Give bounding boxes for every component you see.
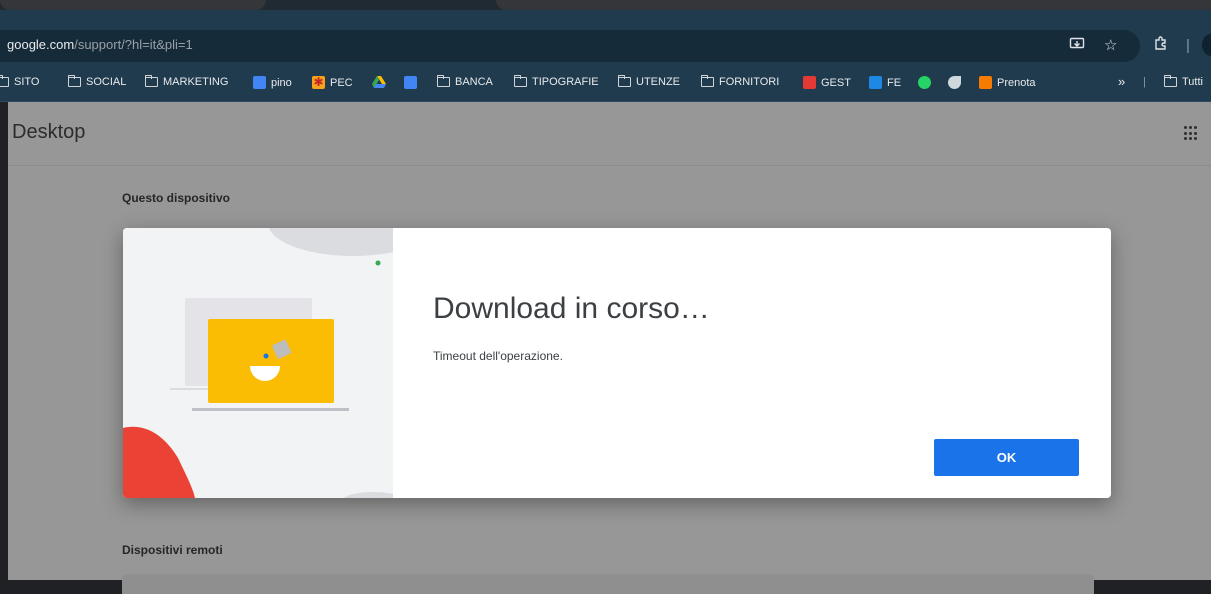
- apps-grid-icon[interactable]: [1184, 126, 1199, 141]
- docs-icon: [404, 76, 417, 89]
- bookmark-prenota[interactable]: Prenota: [979, 76, 1036, 89]
- url-text[interactable]: google.com/support/?hl=it&pli=1: [7, 37, 193, 52]
- folder-icon: [0, 75, 9, 87]
- bookmark-gest[interactable]: GEST: [803, 76, 851, 89]
- bookmark-all[interactable]: Tutti: [1163, 75, 1203, 88]
- bookmark-label: PEC: [330, 76, 353, 89]
- dialog-illustration: [123, 228, 393, 498]
- bookmark-docs[interactable]: [404, 76, 417, 89]
- bookmark-utenze[interactable]: UTENZE: [617, 75, 680, 88]
- bookmark-pec[interactable]: ✱ PEC: [312, 76, 353, 89]
- whatsapp-icon: [918, 76, 931, 89]
- bookmark-whatsapp[interactable]: [918, 76, 931, 89]
- tab-active[interactable]: [0, 0, 266, 10]
- dialog-message: Timeout dell'operazione.: [433, 349, 563, 363]
- bookmark-label: SOCIAL: [86, 76, 127, 88]
- bookmarks-bar: SITO SOCIAL MARKETING pino ✱ PEC BANCA TI…: [0, 67, 1211, 102]
- url-host: google.com: [7, 37, 75, 52]
- folder-icon: [1163, 75, 1177, 87]
- bookmark-label: SITO: [14, 76, 40, 88]
- section-remote-devices: Dispositivi remoti: [122, 543, 223, 557]
- laptop-download-illustration: [123, 228, 393, 498]
- bookmarks-overflow-button[interactable]: »: [1118, 74, 1125, 89]
- bookmark-banca[interactable]: BANCA: [436, 75, 493, 88]
- docs-icon: [253, 76, 266, 89]
- bookmark-drive[interactable]: [372, 76, 386, 89]
- drive-icon: [372, 76, 386, 88]
- prenota-icon: [979, 76, 992, 89]
- ok-button[interactable]: OK: [934, 439, 1079, 476]
- app-header: Desktop: [8, 102, 1211, 166]
- section-this-device: Questo dispositivo: [122, 191, 231, 205]
- bookmark-fe[interactable]: FE: [869, 76, 901, 89]
- folder-icon: [513, 75, 527, 87]
- bookmark-label: GEST: [821, 76, 851, 89]
- dialog-title: Download in corso…: [433, 292, 710, 325]
- extensions-icon[interactable]: [1153, 36, 1169, 58]
- bookmark-label: FORNITORI: [719, 76, 780, 88]
- bookmark-social[interactable]: SOCIAL: [67, 75, 127, 88]
- bookmark-label: Prenota: [997, 76, 1036, 89]
- bookmark-label: Tutti: [1182, 76, 1203, 88]
- bookmark-bird[interactable]: [948, 76, 961, 89]
- bookmark-label: UTENZE: [636, 76, 680, 88]
- profile-avatar[interactable]: [1202, 34, 1211, 56]
- toolbar-divider: |: [1186, 37, 1190, 54]
- bookmark-fornitori[interactable]: FORNITORI: [700, 75, 780, 88]
- bookmark-label: MARKETING: [163, 76, 229, 88]
- download-dialog: Download in corso… Timeout dell'operazio…: [123, 228, 1111, 498]
- bookmark-tipografie[interactable]: TIPOGRAFIE: [513, 75, 599, 88]
- url-path: /support/?hl=it&pli=1: [74, 37, 193, 52]
- app-title: Desktop: [12, 121, 86, 143]
- browser-toolbar: google.com/support/?hl=it&pli=1 ☆ |: [0, 10, 1211, 67]
- folder-icon: [617, 75, 631, 87]
- bookmark-sito[interactable]: SITO: [0, 75, 40, 88]
- pec-icon: ✱: [312, 75, 325, 89]
- bookmark-pino[interactable]: pino: [253, 76, 292, 89]
- bird-icon: [948, 76, 961, 89]
- bookmark-label: FE: [887, 76, 902, 89]
- bookmark-marketing[interactable]: MARKETING: [144, 75, 229, 88]
- remote-devices-card: [122, 574, 1094, 594]
- bookmark-label: TIPOGRAFIE: [532, 76, 599, 88]
- star-icon[interactable]: ☆: [1104, 36, 1117, 56]
- bookmark-label: pino: [271, 76, 292, 89]
- folder-icon: [700, 75, 714, 87]
- folder-icon: [67, 75, 81, 87]
- tab-strip: [0, 0, 1211, 10]
- tab-inactive[interactable]: [496, 0, 1211, 10]
- cast-install-icon[interactable]: [1069, 36, 1085, 58]
- bookmarks-divider: |: [1143, 76, 1146, 88]
- folder-icon: [436, 75, 450, 87]
- gest-icon: [803, 76, 816, 89]
- folder-icon: [144, 75, 158, 87]
- bookmark-label: BANCA: [455, 76, 493, 88]
- fe-icon: [869, 76, 882, 89]
